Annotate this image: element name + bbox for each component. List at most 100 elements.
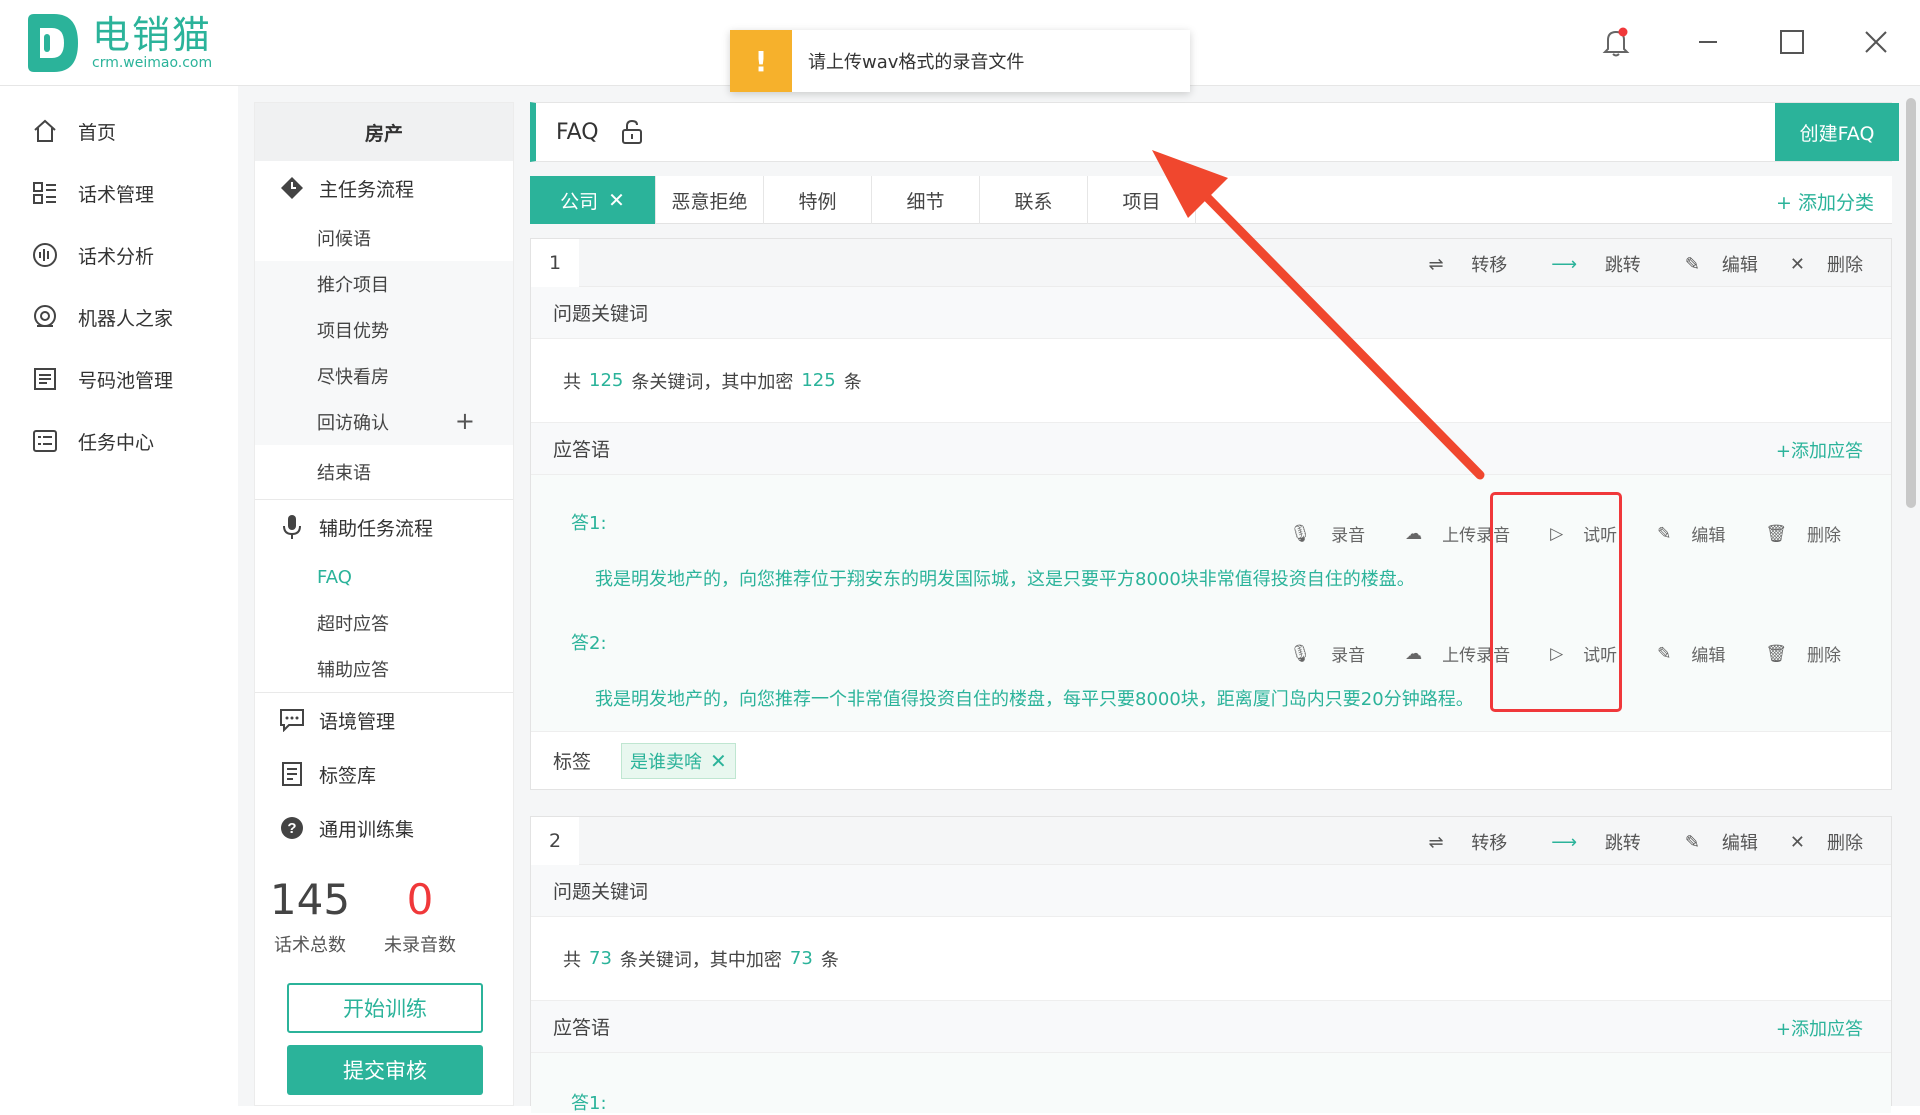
delete-answer-label: 删除 [1807, 526, 1841, 546]
aux-item-faq[interactable]: FAQ [255, 554, 513, 600]
delete-answer-button[interactable]: 🗑 删除 [1745, 641, 1841, 667]
context-management[interactable]: 语境管理 [255, 693, 513, 747]
tab-company[interactable]: 公司 ✕ [530, 176, 656, 224]
microphone-icon: 🎙 [1289, 643, 1312, 664]
home-icon [30, 116, 60, 146]
record-label: 录音 [1331, 526, 1366, 546]
tab-special[interactable]: 特例 [764, 176, 872, 224]
delete-button[interactable]: ✕ 删除 [1768, 829, 1863, 855]
nav-item-script-management[interactable]: 话术管理 [0, 162, 238, 224]
close-tab-icon[interactable]: ✕ [608, 188, 625, 212]
flow-item-visit[interactable]: 尽快看房 [255, 353, 513, 399]
edit-button[interactable]: ✎ 编辑 [1663, 251, 1758, 277]
main-flow-label: 主任务流程 [319, 178, 415, 201]
flow-item-advantage[interactable]: 项目优势 [255, 307, 513, 353]
unlock-icon[interactable] [621, 119, 643, 145]
nav-item-label: 话术管理 [78, 183, 155, 206]
flow-item-callback[interactable]: 回访确认 + [255, 399, 513, 445]
robot-icon [30, 302, 60, 332]
answer-list: 答1: 🎙 录音 ☁ 上传录音 ▷ 试听 ✎ 编辑 🗑 删除 我是明发地产的，向您推荐位于… [531, 475, 1891, 731]
record-button[interactable]: 🎙 录音 [1269, 521, 1366, 547]
submit-review-button[interactable]: 提交审核 [287, 1045, 483, 1095]
keyword-summary[interactable]: 共 73 条关键词，其中加密 73 条 [531, 917, 1891, 1001]
transfer-icon: ⇌ [1428, 253, 1450, 275]
tab-label: 公司 [560, 190, 599, 213]
tab-contact[interactable]: 联系 [980, 176, 1088, 224]
arrow-right-icon: ⟶ [1551, 831, 1583, 853]
add-answer-button[interactable]: +添加应答 [1776, 437, 1863, 463]
answer-label: 答2: [571, 633, 607, 654]
flow-item-recommend[interactable]: 推介项目 [255, 261, 513, 307]
add-answer-button[interactable]: +添加应答 [1776, 1015, 1863, 1041]
microphone-icon [279, 514, 305, 540]
transfer-button[interactable]: ⇌ 转移 [1406, 829, 1507, 855]
tag-chip[interactable]: 是谁卖啥 ✕ [621, 742, 736, 779]
create-faq-button[interactable]: 创建FAQ [1775, 103, 1899, 161]
tab-detail[interactable]: 细节 [872, 176, 980, 224]
nav-item-task-center[interactable]: 任务中心 [0, 410, 238, 472]
start-training-button[interactable]: 开始训练 [287, 983, 483, 1033]
answer-text: 我是明发地产的，向您推荐一个非常值得投资自住的楼盘，每平只要8000块，距离厦门… [595, 689, 1474, 710]
chat-icon [279, 707, 305, 733]
kw-count: 125 [589, 370, 624, 391]
trash-icon: 🗑 [1765, 523, 1787, 544]
x-icon: ✕ [1789, 831, 1805, 853]
jump-button[interactable]: ⟶ 跳转 [1529, 829, 1641, 855]
logo-url: crm.weimao.com [92, 55, 213, 71]
bell-icon[interactable] [1596, 22, 1636, 62]
tab-malicious-refusal[interactable]: 恶意拒绝 [656, 176, 764, 224]
flow-item-greeting[interactable]: 问候语 [255, 215, 513, 261]
add-icon[interactable]: + [455, 407, 475, 435]
card-index: 1 [531, 239, 579, 287]
context-management-label: 语境管理 [319, 710, 396, 733]
aux-item-assist[interactable]: 辅助应答 [255, 646, 513, 692]
keyword-summary[interactable]: 共 125 条关键词，其中加密 125 条 [531, 339, 1891, 423]
unrecorded-label: 未录音数 [384, 935, 456, 956]
microphone-icon: 🎙 [1289, 523, 1312, 544]
transfer-button[interactable]: ⇌ 转移 [1406, 251, 1507, 277]
kw-count: 73 [589, 948, 612, 969]
nav-item-number-pool[interactable]: 号码池管理 [0, 348, 238, 410]
highlight-box [1490, 492, 1622, 712]
nav-item-script-analysis[interactable]: 话术分析 [0, 224, 238, 286]
minimize-icon[interactable] [1688, 22, 1728, 62]
keyword-section-title: 问题关键词 [531, 287, 1891, 339]
tab-project[interactable]: 项目 [1088, 176, 1196, 224]
delete-answer-button[interactable]: 🗑 删除 [1745, 521, 1841, 547]
maximize-icon[interactable] [1772, 22, 1812, 62]
total-label: 话术总数 [274, 935, 346, 956]
trash-icon: 🗑 [1765, 643, 1787, 664]
tag-label: 是谁卖啥 [630, 751, 703, 773]
aux-flow-header[interactable]: 辅助任务流程 [255, 500, 513, 554]
flow-item-ending[interactable]: 结束语 [255, 445, 513, 499]
nav-item-home[interactable]: 首页 [0, 100, 238, 162]
cloud-upload-icon: ☁ [1405, 643, 1423, 664]
add-category-button[interactable]: + 添加分类 [1776, 188, 1874, 215]
total-count: 145 [269, 875, 351, 924]
answer-section-title: 应答语 +添加应答 [531, 423, 1891, 475]
main-flow-header[interactable]: 主任务流程 [255, 161, 513, 215]
left-nav: 首页 话术管理 话术分析 机器人之家 号码池管理 任务中心 [0, 86, 238, 1106]
edit-answer-button[interactable]: ✎ 编辑 [1637, 641, 1725, 667]
jump-button[interactable]: ⟶ 跳转 [1529, 251, 1641, 277]
edit-answer-button[interactable]: ✎ 编辑 [1637, 521, 1725, 547]
logo-mark-icon [22, 12, 80, 74]
kw-suffix: 条 [843, 371, 862, 393]
edit-button[interactable]: ✎ 编辑 [1663, 829, 1758, 855]
record-button[interactable]: 🎙 录音 [1269, 641, 1365, 667]
total-stat: 145 话术总数 [255, 877, 365, 957]
remove-tag-icon[interactable]: ✕ [710, 749, 727, 773]
warning-icon: ! [730, 30, 792, 92]
delete-button[interactable]: ✕ 删除 [1768, 251, 1863, 277]
toast-message: 请上传wav格式的录音文件 [808, 52, 1025, 73]
answer-list: 答1: [531, 1053, 1891, 1114]
close-icon[interactable] [1856, 22, 1896, 62]
tag-library[interactable]: 标签库 [255, 747, 513, 801]
scrollbar[interactable] [1906, 98, 1916, 508]
aux-item-timeout[interactable]: 超时应答 [255, 600, 513, 646]
faq-card: 1 ⇌ 转移 ⟶ 跳转 ✎ 编辑 ✕ 删除 问题关键词 共 125 条关键词，其中加… [530, 238, 1892, 790]
general-training-set[interactable]: ? 通用训练集 [255, 801, 513, 855]
nav-item-robot-home[interactable]: 机器人之家 [0, 286, 238, 348]
delete-label: 删除 [1827, 255, 1863, 276]
page-title: FAQ [556, 119, 599, 145]
